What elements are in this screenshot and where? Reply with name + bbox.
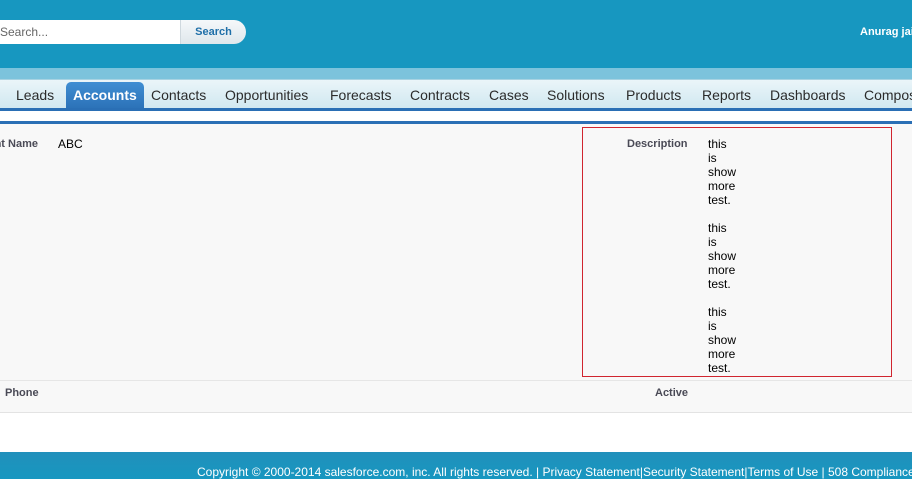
tab-dashboards[interactable]: Dashboards bbox=[770, 80, 846, 110]
user-menu[interactable]: Anurag jain bbox=[860, 26, 912, 38]
active-label: Active bbox=[655, 387, 689, 399]
row-bottom-line bbox=[0, 412, 912, 413]
copyright-text: Copyright © 2000-2014 salesforce.com, in… bbox=[197, 465, 540, 479]
account-name-label: Account Name bbox=[0, 138, 38, 150]
compliance-link[interactable]: 508 Compliance bbox=[828, 465, 912, 479]
description-line bbox=[708, 207, 736, 221]
tab-accounts[interactable]: Accounts bbox=[66, 82, 144, 111]
description-line: this bbox=[708, 137, 727, 151]
tab-products[interactable]: Products bbox=[626, 80, 681, 110]
tab-solutions[interactable]: Solutions bbox=[547, 80, 605, 110]
description-line: more bbox=[708, 179, 736, 193]
search-box: Search bbox=[0, 20, 246, 44]
terms-of-use-link[interactable]: Terms of Use bbox=[747, 465, 818, 479]
tab-cases[interactable]: Cases bbox=[489, 80, 529, 110]
phone-label: Phone bbox=[5, 387, 39, 399]
description-line: more bbox=[708, 347, 736, 361]
description-value: this is show more test. this is show more test. th… bbox=[708, 137, 736, 375]
description-line: this bbox=[708, 305, 727, 319]
search-button[interactable]: Search bbox=[180, 20, 246, 44]
description-line: test. bbox=[708, 193, 731, 207]
description-line: test. bbox=[708, 361, 731, 375]
tab-reports[interactable]: Reports bbox=[702, 80, 751, 110]
tab-leads[interactable]: Leads bbox=[16, 80, 54, 110]
description-highlight-box bbox=[582, 127, 892, 377]
tab-opportunities[interactable]: Opportunities bbox=[225, 80, 308, 110]
phone-row bbox=[0, 381, 912, 412]
description-line: this bbox=[708, 221, 727, 235]
description-line: is bbox=[708, 151, 717, 165]
description-line: show bbox=[708, 249, 737, 263]
tab-composer[interactable]: Composer bbox=[864, 80, 912, 110]
footer-separator: | bbox=[818, 465, 828, 479]
footer: Copyright © 2000-2014 salesforce.com, in… bbox=[0, 452, 912, 479]
tab-contracts[interactable]: Contracts bbox=[410, 80, 470, 110]
description-line: test. bbox=[708, 277, 731, 291]
security-statement-link[interactable]: Security Statement bbox=[643, 465, 744, 479]
header: Search Anurag jain bbox=[0, 0, 912, 68]
description-line: is bbox=[708, 319, 717, 333]
tab-contacts[interactable]: Contacts bbox=[151, 80, 206, 110]
privacy-statement-link[interactable]: Privacy Statement bbox=[542, 465, 639, 479]
footer-text: Copyright © 2000-2014 salesforce.com, in… bbox=[197, 465, 912, 479]
tab-bar: Leads Accounts Contacts Opportunities Fo… bbox=[0, 79, 912, 111]
tab-bar-underline bbox=[0, 108, 912, 111]
description-line: is bbox=[708, 235, 717, 249]
description-line: show bbox=[708, 333, 737, 347]
description-line bbox=[708, 291, 736, 305]
search-input[interactable] bbox=[0, 20, 180, 44]
tab-forecasts[interactable]: Forecasts bbox=[330, 80, 391, 110]
account-name-value: ABC bbox=[58, 137, 83, 151]
description-line: show bbox=[708, 165, 737, 179]
description-line: more bbox=[708, 263, 736, 277]
salesforce-account-page: Search Anurag jain Leads Accounts Contac… bbox=[0, 0, 912, 479]
